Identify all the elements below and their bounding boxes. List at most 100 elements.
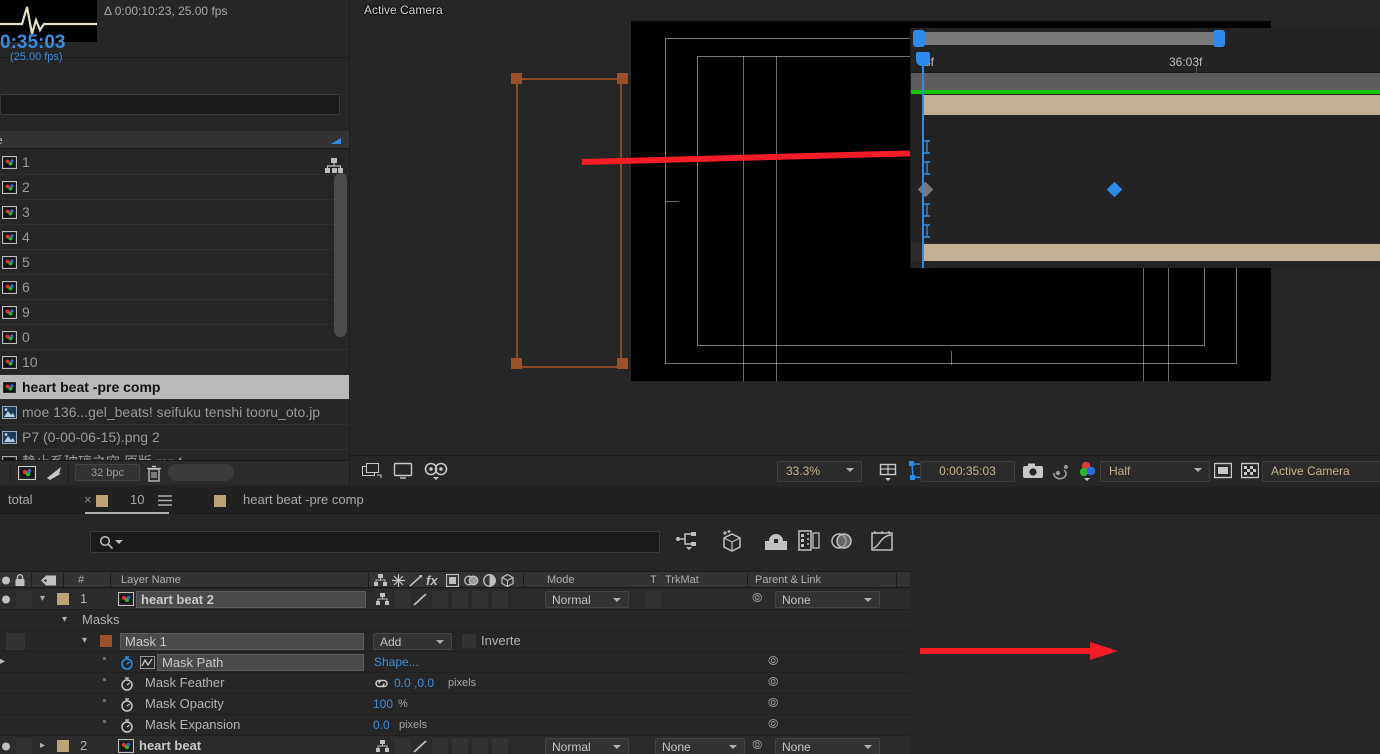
chevron-down-icon[interactable] bbox=[846, 468, 854, 472]
3d-layer-icon[interactable] bbox=[501, 573, 514, 590]
table-row[interactable]: ▾ 1 heart beat 2 Normal ⦾ None bbox=[0, 589, 910, 610]
quality-icon[interactable] bbox=[483, 574, 496, 590]
blend-mode-dropdown[interactable]: Normal bbox=[545, 591, 629, 608]
resolution-dropdown[interactable]: Half bbox=[1100, 461, 1210, 482]
twirl-closed-icon[interactable]: ▸ bbox=[0, 656, 5, 667]
motion-blur-switch-icon[interactable] bbox=[409, 574, 423, 590]
parent-icon[interactable] bbox=[374, 574, 387, 590]
tab-active-label[interactable]: 10 bbox=[130, 486, 144, 514]
chevron-down-icon[interactable] bbox=[613, 598, 621, 602]
mask-opacity-value[interactable]: 100 bbox=[373, 697, 393, 711]
parent-pickwhip-icon[interactable]: ⦾ bbox=[752, 737, 762, 753]
project-column-header[interactable]: e bbox=[0, 131, 349, 149]
snapshot-icon[interactable] bbox=[1022, 462, 1044, 483]
work-area-bar[interactable] bbox=[917, 32, 1217, 45]
expression-pickwhip-icon[interactable]: ⦾ bbox=[768, 716, 778, 732]
stopwatch-icon[interactable] bbox=[120, 719, 134, 736]
quality-switch-icon[interactable] bbox=[412, 739, 428, 754]
resolution-auto-icon[interactable] bbox=[878, 462, 898, 485]
list-item[interactable]: 0 bbox=[0, 325, 349, 350]
draft-3d-icon[interactable] bbox=[720, 530, 748, 555]
layer-duration-bar[interactable] bbox=[923, 95, 1380, 115]
property-name-field[interactable]: Mask Path bbox=[157, 654, 364, 671]
trash-icon[interactable] bbox=[146, 465, 162, 485]
collapse-transformations-icon[interactable] bbox=[464, 574, 479, 590]
list-item[interactable]: 5 bbox=[0, 250, 349, 275]
table-row[interactable]: Mask Expansion 0.0 pixels ⦾ bbox=[0, 715, 910, 736]
chevron-down-icon[interactable] bbox=[1194, 468, 1202, 472]
t-cell[interactable] bbox=[645, 591, 661, 608]
chevron-down-icon[interactable] bbox=[115, 540, 123, 544]
list-item[interactable]: 静止系玻璃之空 原版.mp4 bbox=[0, 450, 349, 460]
toggle-transparency-icon[interactable] bbox=[1240, 462, 1260, 483]
chevron-down-icon[interactable] bbox=[729, 745, 737, 749]
mask-handle-tr[interactable] bbox=[617, 73, 628, 84]
expression-pickwhip-icon[interactable]: ⦾ bbox=[768, 695, 778, 711]
project-search-input[interactable] bbox=[0, 94, 340, 115]
list-item[interactable]: P7 (0-00-06-15).png 2 bbox=[0, 425, 349, 450]
mask-color-swatch[interactable] bbox=[100, 635, 112, 647]
list-item[interactable]: 3 bbox=[0, 200, 349, 225]
zoom-level-dropdown[interactable]: 33.3% bbox=[777, 461, 862, 482]
motion-blur-icon[interactable] bbox=[830, 530, 854, 555]
mask-name-field[interactable]: Mask 1 bbox=[120, 633, 364, 650]
frame-blending-icon[interactable] bbox=[797, 530, 821, 555]
table-row[interactable]: ▾ Masks bbox=[0, 610, 910, 631]
twirl-closed-icon[interactable]: ▸ bbox=[40, 740, 45, 751]
list-item[interactable]: 10 bbox=[0, 350, 349, 375]
blend-mode-dropdown[interactable]: Normal bbox=[545, 738, 629, 754]
link-icon[interactable] bbox=[373, 678, 390, 692]
mask-visibility-cell[interactable] bbox=[6, 633, 25, 650]
region-of-interest-toggle-icon[interactable] bbox=[1213, 462, 1233, 483]
list-item[interactable]: 6 bbox=[0, 275, 349, 300]
label-icon[interactable] bbox=[41, 575, 57, 589]
work-area-start-handle[interactable] bbox=[913, 30, 925, 47]
layer2-duration-bar[interactable] bbox=[923, 244, 1380, 261]
chevron-down-icon[interactable] bbox=[864, 598, 872, 602]
parent-dropdown[interactable]: None bbox=[775, 591, 880, 608]
twirl-open-icon[interactable]: ▾ bbox=[40, 593, 45, 604]
fx-icon[interactable]: fx bbox=[426, 573, 438, 588]
switch-cell-1[interactable] bbox=[394, 591, 410, 608]
mask-inverted-checkbox[interactable] bbox=[462, 634, 476, 648]
new-composition-icon[interactable] bbox=[18, 465, 36, 484]
table-row[interactable]: Mask Feather 0.0 ,0.0 pixels ⦾ bbox=[0, 673, 910, 694]
work-area-end-handle[interactable] bbox=[1213, 30, 1225, 47]
lock-icon[interactable] bbox=[14, 574, 26, 590]
trkmat-dropdown[interactable]: None bbox=[655, 738, 745, 754]
tab-total-label[interactable]: total bbox=[8, 486, 33, 514]
comp-timecode-field[interactable]: 0:00:35:03 bbox=[920, 461, 1015, 482]
expression-pickwhip-icon[interactable]: ⦾ bbox=[768, 674, 778, 690]
layer-label-swatch[interactable] bbox=[57, 740, 69, 752]
table-row[interactable]: ▸ Mask Path Shape... ⦾ bbox=[0, 652, 910, 673]
expression-pickwhip-icon[interactable]: ⦾ bbox=[768, 653, 778, 669]
tab-comp-label[interactable]: heart beat -pre comp bbox=[243, 486, 364, 514]
mask-expansion-value[interactable]: 0.0 bbox=[373, 718, 390, 732]
playhead-line[interactable] bbox=[922, 52, 924, 268]
layer-name-field[interactable]: heart beat 2 bbox=[136, 591, 366, 608]
switch-cell-5[interactable] bbox=[492, 591, 508, 608]
mask-handle-br[interactable] bbox=[617, 358, 628, 369]
mask-mode-dropdown[interactable]: Add bbox=[373, 633, 452, 650]
chevron-down-icon[interactable] bbox=[613, 745, 621, 749]
close-tab-icon[interactable]: × bbox=[84, 486, 92, 514]
list-item[interactable]: 2 bbox=[0, 175, 349, 200]
mask-feather-value[interactable]: 0.0 ,0.0 bbox=[394, 676, 434, 690]
sort-ascending-icon[interactable] bbox=[331, 138, 341, 144]
show-snapshot-icon[interactable] bbox=[1051, 462, 1071, 483]
stopwatch-icon[interactable] bbox=[120, 677, 134, 694]
switch-cell-3[interactable] bbox=[452, 738, 468, 754]
switch-cell-4[interactable] bbox=[472, 591, 488, 608]
list-item[interactable]: 1 bbox=[0, 150, 349, 175]
parent-dropdown[interactable]: None bbox=[775, 738, 880, 754]
stopwatch-icon[interactable] bbox=[120, 698, 134, 715]
keyframe-marker[interactable] bbox=[1106, 181, 1123, 198]
graph-editor-set-icon[interactable] bbox=[140, 656, 155, 672]
mask-path-value[interactable]: Shape... bbox=[374, 655, 419, 669]
time-ruler[interactable]: 3f 36:03f bbox=[911, 52, 1380, 73]
switch-cell-4[interactable] bbox=[472, 738, 488, 754]
layer-label-swatch[interactable] bbox=[57, 593, 69, 605]
magnification-icon[interactable] bbox=[362, 462, 382, 483]
list-item[interactable]: 4 bbox=[0, 225, 349, 250]
keyframe-marker[interactable] bbox=[917, 181, 934, 198]
